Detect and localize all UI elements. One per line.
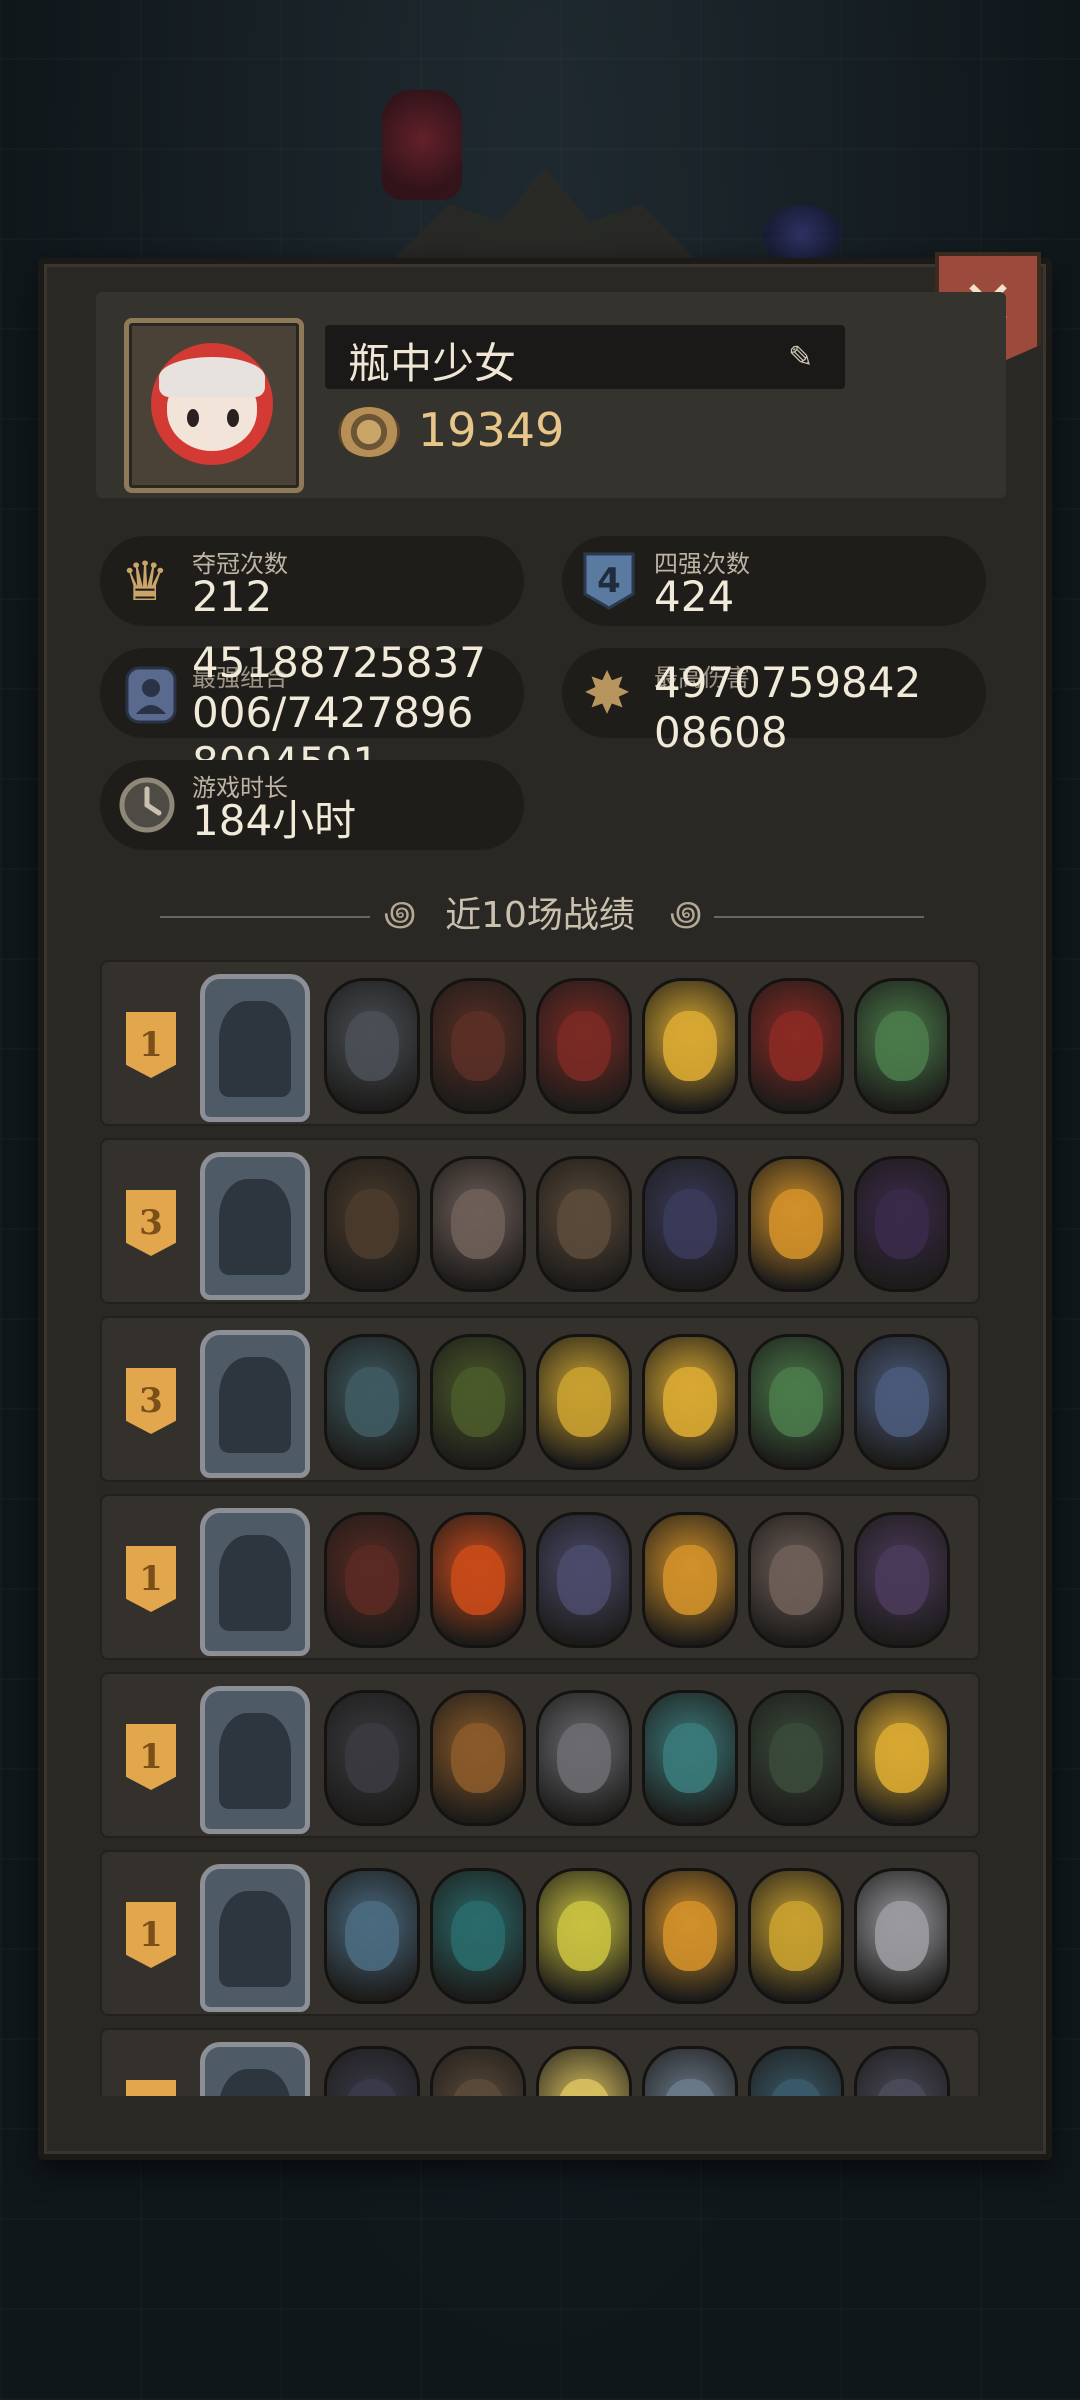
unit-portrait[interactable] (536, 2046, 632, 2096)
match-row[interactable]: 3 (100, 1138, 980, 1304)
unit-portrait[interactable] (324, 1690, 420, 1826)
unit-portrait[interactable] (748, 1690, 844, 1826)
unit-portrait[interactable] (430, 1156, 526, 1292)
hero-portrait[interactable] (200, 1864, 310, 2012)
stat-playtime: 游戏时长 184小时 (100, 760, 524, 850)
hero-portrait[interactable] (200, 1330, 310, 1478)
unit-portrait[interactable] (854, 2046, 950, 2096)
rank-badge: 3 (126, 1368, 176, 1434)
unit-portrait[interactable] (324, 978, 420, 1114)
unit-portrait[interactable] (854, 1156, 950, 1292)
star-burst-icon: ✸ (582, 659, 632, 727)
rank-badge: 1 (126, 1902, 176, 1968)
avatar[interactable] (124, 318, 304, 493)
unit-portrait[interactable] (748, 978, 844, 1114)
stat-champion: ♛ 夺冠次数 212 (100, 536, 524, 626)
unit-portrait[interactable] (430, 978, 526, 1114)
lantern-decoration (382, 90, 462, 200)
portrait-icon (118, 662, 184, 728)
unit-portrait[interactable] (748, 1868, 844, 2004)
unit-portrait[interactable] (748, 1156, 844, 1292)
unit-portrait[interactable] (854, 1334, 950, 1470)
stat-best-combo: 最强组合 45188725837 006/7427896 8094591 (100, 638, 524, 787)
unit-portrait[interactable] (324, 2046, 420, 2096)
match-row[interactable]: 1 (100, 1494, 980, 1660)
unit-portrait[interactable] (854, 1690, 950, 1826)
rank-badge: 1 (126, 1012, 176, 1078)
unit-portrait[interactable] (324, 1334, 420, 1470)
rank-badge: 1 (126, 1724, 176, 1790)
hero-portrait[interactable] (200, 2042, 310, 2096)
stat-top4: 4 四强次数 424 (562, 536, 986, 626)
unit-portrait[interactable] (536, 1690, 632, 1826)
swirl-icon: ꩜ (669, 894, 703, 934)
pencil-icon[interactable]: ✎ (788, 340, 822, 375)
unit-portrait[interactable] (748, 2046, 844, 2096)
unit-portrait[interactable] (642, 1868, 738, 2004)
unit-portrait[interactable] (642, 1512, 738, 1648)
rank-badge: 1 (126, 1546, 176, 1612)
hero-portrait[interactable] (200, 974, 310, 1122)
match-row[interactable]: 3 (100, 1316, 980, 1482)
shield-4-icon: 4 (576, 548, 642, 614)
unit-portrait[interactable] (430, 1334, 526, 1470)
match-row[interactable] (100, 2028, 980, 2096)
unit-portrait[interactable] (324, 1868, 420, 2004)
hero-portrait[interactable] (200, 1686, 310, 1834)
unit-portrait[interactable] (430, 2046, 526, 2096)
unit-portrait[interactable] (748, 1334, 844, 1470)
match-row[interactable]: 1 (100, 960, 980, 1126)
crown-icon: ♛ (120, 549, 170, 613)
unit-portrait[interactable] (854, 978, 950, 1114)
orb-decoration (762, 205, 842, 265)
hero-portrait[interactable] (200, 1508, 310, 1656)
recent-matches-list[interactable]: 1 3 3 1 1 1 (100, 960, 982, 2096)
rank-badge: 3 (126, 1190, 176, 1256)
player-name: 瓶中少女 (348, 339, 517, 388)
coin-icon (338, 407, 400, 457)
clock-icon (114, 772, 180, 838)
rank-badge (126, 2080, 176, 2096)
stat-highest-damage: ✸ 最高伤害 4970759842 08608 (562, 648, 986, 757)
section-divider-right (714, 916, 924, 918)
match-row[interactable]: 1 (100, 1850, 980, 2016)
unit-portrait[interactable] (748, 1512, 844, 1648)
unit-portrait[interactable] (536, 1156, 632, 1292)
unit-portrait[interactable] (854, 1512, 950, 1648)
match-row[interactable]: 1 (100, 1672, 980, 1838)
hero-portrait[interactable] (200, 1152, 310, 1300)
unit-portrait[interactable] (536, 978, 632, 1114)
unit-portrait[interactable] (536, 1334, 632, 1470)
section-title: 近10场战绩 (445, 895, 635, 936)
unit-portrait[interactable] (854, 1868, 950, 2004)
unit-portrait[interactable] (642, 2046, 738, 2096)
unit-portrait[interactable] (324, 1512, 420, 1648)
unit-portrait[interactable] (430, 1690, 526, 1826)
unit-portrait[interactable] (324, 1156, 420, 1292)
svg-text:4: 4 (597, 561, 621, 601)
unit-portrait[interactable] (642, 1334, 738, 1470)
unit-portrait[interactable] (430, 1868, 526, 2004)
coin-count: 19349 (418, 403, 565, 457)
unit-portrait[interactable] (642, 1156, 738, 1292)
unit-portrait[interactable] (536, 1868, 632, 2004)
unit-portrait[interactable] (430, 1512, 526, 1648)
unit-portrait[interactable] (642, 1690, 738, 1826)
unit-portrait[interactable] (536, 1512, 632, 1648)
unit-portrait[interactable] (642, 978, 738, 1114)
